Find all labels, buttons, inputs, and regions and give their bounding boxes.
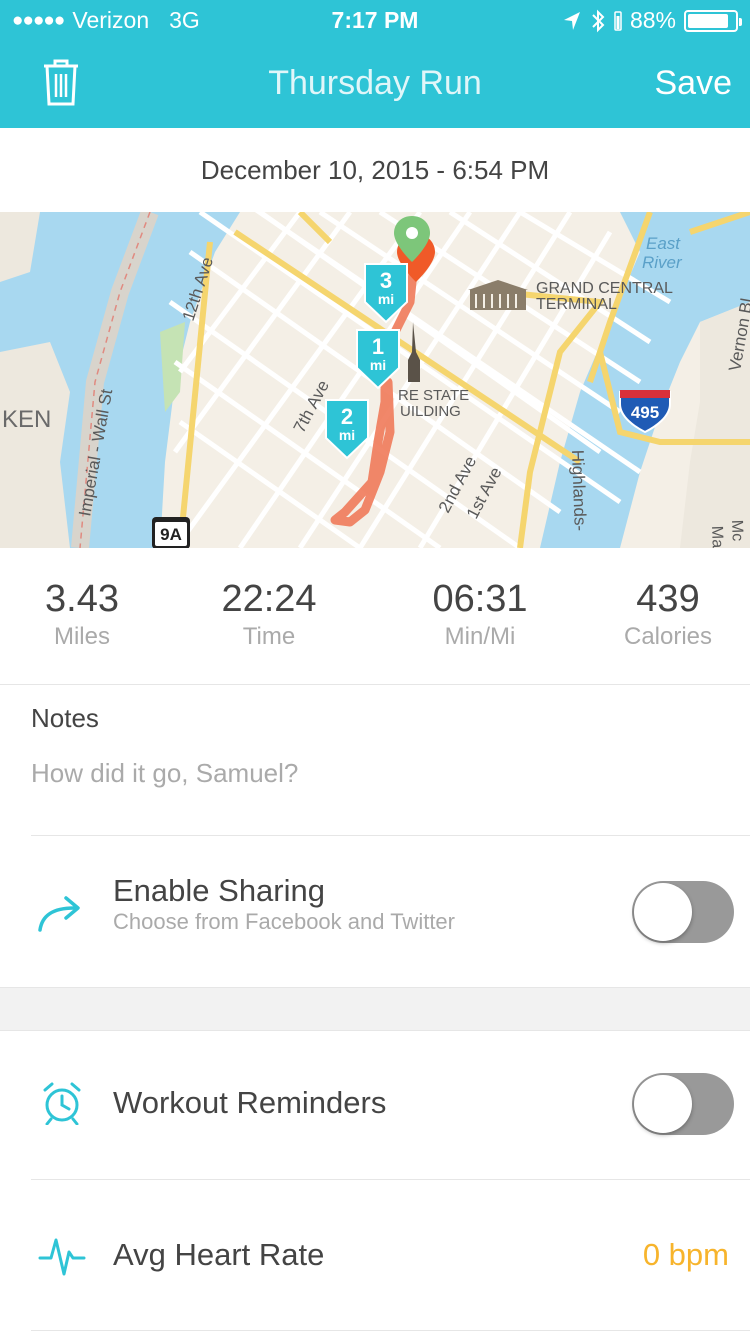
- battery-percentage: 88%: [629, 7, 676, 33]
- map-canvas: GRAND CENTRAL TERMINAL RE STATE UILDING …: [0, 212, 750, 548]
- save-button[interactable]: Save: [655, 64, 733, 103]
- mile-marker-number: 1: [372, 334, 384, 359]
- stat-value: 22:24: [221, 578, 317, 620]
- mile-marker-unit: mi: [370, 357, 386, 373]
- mile-marker-number: 3: [380, 268, 392, 293]
- run-datetime: December 10, 2015 - 6:54 PM: [200, 155, 550, 185]
- mile-marker-unit: mi: [339, 427, 355, 443]
- location-arrow-icon: [563, 11, 580, 30]
- map-label-grand-central-2: TERMINAL: [536, 296, 617, 313]
- header: ●●●●● Verizon 3G 7:17 PM 88% Thursday Ru…: [0, 0, 750, 128]
- notes-input[interactable]: [31, 758, 721, 789]
- map-label-empire-1: RE STATE: [398, 387, 469, 404]
- map-label-mc: Mc: [728, 520, 746, 542]
- battery-icon: [684, 9, 742, 32]
- stat-miles: 3.43 Miles: [0, 576, 172, 652]
- reminders-toggle[interactable]: [632, 1073, 734, 1135]
- stat-label: Time: [242, 623, 296, 650]
- stat-pace: 06:31 Min/Mi: [390, 576, 570, 652]
- svg-text:9A: 9A: [160, 525, 182, 544]
- map-label-empire-2: UILDING: [400, 403, 461, 420]
- stat-calories: 439 Calories: [578, 576, 750, 652]
- nav-bar: Thursday Run Save: [0, 40, 750, 128]
- toggle-knob: [634, 883, 692, 941]
- map-label-highlands: Highlands-: [568, 449, 590, 531]
- stat-label: Min/Mi: [444, 623, 516, 650]
- page-title: Thursday Run: [268, 64, 482, 102]
- map-label-ma: Ma: [708, 526, 726, 548]
- divider: [31, 835, 750, 836]
- battery-small-icon: [614, 10, 622, 31]
- status-right: 88%: [562, 7, 742, 34]
- status-bar: ●●●●● Verizon 3G 7:17 PM 88%: [0, 0, 750, 40]
- stat-value: 3.43: [45, 578, 119, 620]
- mile-marker-unit: mi: [378, 291, 394, 307]
- map-label-ken: KEN: [2, 406, 51, 433]
- sharing-toggle[interactable]: [632, 881, 734, 943]
- heart-rate-value: 0 bpm: [642, 1237, 729, 1272]
- sharing-subtitle: Choose from Facebook and Twitter: [113, 909, 455, 934]
- sharing-title: Enable Sharing: [113, 873, 325, 908]
- divider: [31, 1330, 750, 1331]
- route-map[interactable]: GRAND CENTRAL TERMINAL RE STATE UILDING …: [0, 212, 750, 548]
- route-shield: 9A: [152, 517, 190, 548]
- reminders-title: Workout Reminders: [113, 1085, 387, 1120]
- stat-label: Calories: [623, 623, 713, 650]
- svg-text:495: 495: [631, 403, 659, 422]
- stat-value: 439: [636, 578, 700, 620]
- section-separator: [0, 987, 750, 1031]
- heartbeat-icon: [38, 1238, 86, 1276]
- stat-value: 06:31: [432, 578, 528, 620]
- map-label-east-river-2: River: [642, 253, 683, 272]
- notes-title: Notes: [31, 703, 99, 733]
- map-label-east-river-1: East: [646, 234, 681, 253]
- stat-time: 22:24 Time: [179, 576, 359, 652]
- battery-fill: [688, 13, 729, 28]
- mile-marker-number: 2: [341, 404, 353, 429]
- heart-rate-title: Avg Heart Rate: [113, 1237, 325, 1272]
- stat-label: Miles: [53, 623, 110, 650]
- map-label-grand-central-1: GRAND CENTRAL: [536, 280, 673, 297]
- alarm-clock-icon: [43, 1082, 81, 1125]
- divider: [31, 1179, 750, 1180]
- bluetooth-icon: [592, 9, 605, 32]
- share-arrow-icon: [38, 896, 80, 932]
- new-jersey-land: [0, 342, 70, 548]
- run-stats: 3.43 Miles 22:24 Time 06:31 Min/Mi 439 C…: [0, 548, 750, 685]
- toggle-knob: [634, 1075, 692, 1133]
